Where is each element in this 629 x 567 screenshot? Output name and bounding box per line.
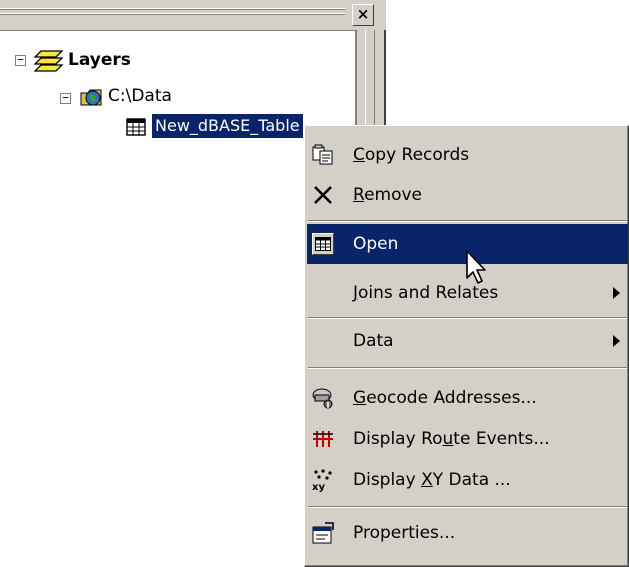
mouse-pointer-icon xyxy=(466,250,492,290)
menu-separator xyxy=(308,220,627,222)
open-table-icon xyxy=(311,232,335,256)
selected-table-label[interactable]: New_dBASE_Table xyxy=(152,114,303,138)
menu-item-display-xy-data[interactable]: xy Display XY Data ... xyxy=(307,460,628,500)
remove-icon xyxy=(311,183,335,207)
svg-text:xy: xy xyxy=(312,482,325,492)
menu-item-copy-records[interactable]: Copy Records xyxy=(307,135,628,175)
menu-item-label: Properties... xyxy=(353,523,456,543)
context-menu: Copy Records Remove Open Joins and Relat… xyxy=(304,125,629,567)
workspace-folder-icon xyxy=(79,85,105,113)
menu-item-display-route-events[interactable]: Display Route Events... xyxy=(307,419,628,459)
menu-item-properties[interactable]: Properties... xyxy=(307,513,628,553)
menu-item-label: Copy Records xyxy=(353,145,470,165)
folder-expander[interactable]: − xyxy=(60,91,71,104)
folder-label[interactable]: C:\Data xyxy=(108,86,172,106)
menu-item-data[interactable]: Data xyxy=(307,321,628,361)
menu-item-label: Display XY Data ... xyxy=(353,470,511,490)
submenu-arrow-icon xyxy=(613,287,620,299)
menu-separator xyxy=(308,506,627,508)
menu-item-label: Display Route Events... xyxy=(353,429,550,449)
menu-separator xyxy=(308,317,627,319)
route-events-icon xyxy=(311,427,335,451)
table-icon xyxy=(126,118,146,140)
menu-item-label: Remove xyxy=(353,185,423,205)
menu-item-remove[interactable]: Remove xyxy=(307,175,628,215)
menu-item-label: Open xyxy=(353,234,399,254)
title-grip-line xyxy=(0,14,345,16)
geocode-icon xyxy=(311,386,335,410)
menu-item-geocode-addresses[interactable]: Geocode Addresses... xyxy=(307,378,628,418)
menu-item-label: Data xyxy=(353,331,394,351)
menu-item-label: Geocode Addresses... xyxy=(353,388,537,408)
collapse-icon: − xyxy=(17,53,24,66)
close-icon: × xyxy=(356,5,370,23)
submenu-arrow-icon xyxy=(613,335,620,347)
layers-icon xyxy=(33,48,64,78)
layers-expander[interactable]: − xyxy=(15,53,26,66)
xy-data-icon: xy xyxy=(311,468,335,492)
close-button[interactable]: × xyxy=(352,4,374,26)
toc-title-strip: × xyxy=(0,0,386,31)
collapse-icon: − xyxy=(62,91,69,104)
menu-separator xyxy=(308,367,627,369)
layers-label[interactable]: Layers xyxy=(68,50,131,70)
copy-records-icon xyxy=(311,143,335,167)
title-grip-line xyxy=(0,9,345,11)
properties-icon xyxy=(311,521,335,545)
